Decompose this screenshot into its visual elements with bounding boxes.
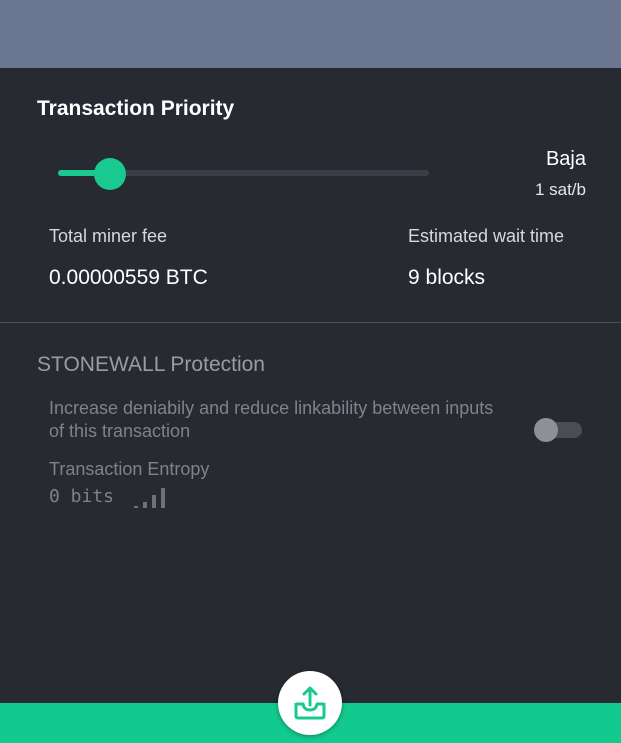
- send-button[interactable]: [278, 671, 342, 735]
- priority-level: Baja: [545, 148, 586, 170]
- transaction-sheet: Transaction Priority Baja 1 sat/b Total …: [0, 68, 621, 703]
- stonewall-toggle[interactable]: [534, 418, 582, 442]
- toggle-knob[interactable]: [534, 418, 558, 442]
- entropy-label: Transaction Entropy: [49, 459, 210, 479]
- wait-label: Estimated wait time: [408, 226, 565, 246]
- stonewall-description: Increase deniabily and reduce linkabilit…: [49, 398, 494, 441]
- wait-value: 9 blocks: [408, 266, 486, 289]
- divider: [0, 322, 621, 323]
- fee-label: Total miner fee: [49, 226, 168, 246]
- stonewall-title: STONEWALL Protection: [37, 353, 265, 376]
- slider-thumb[interactable]: [94, 158, 126, 190]
- signal-strength-icon: [134, 488, 165, 508]
- fee-value: 0.00000559 BTC: [49, 266, 208, 289]
- send-inbox-upload-icon: [294, 686, 326, 720]
- top-bar: [0, 0, 621, 68]
- priority-title: Transaction Priority: [37, 97, 235, 120]
- priority-slider[interactable]: [58, 158, 429, 190]
- entropy-value: 0 bits: [49, 486, 115, 507]
- priority-rate: 1 sat/b: [534, 180, 586, 199]
